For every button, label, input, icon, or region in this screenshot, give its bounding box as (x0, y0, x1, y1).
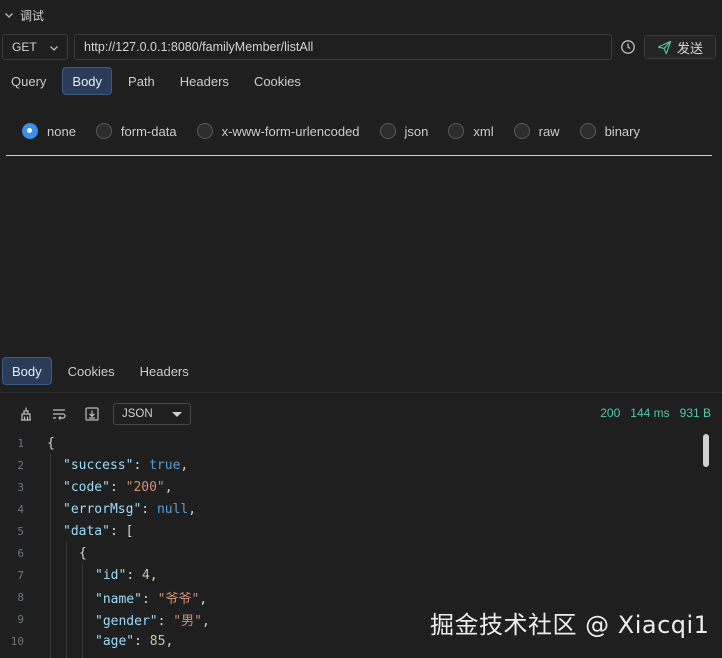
code-text: "age": 85, (95, 633, 174, 649)
download-icon[interactable] (84, 406, 100, 422)
tab-label: Body (72, 73, 103, 89)
clear-icon[interactable] (18, 406, 34, 422)
code-text: "id": 4, (95, 567, 158, 583)
section-title: 调试 (20, 8, 45, 23)
response-format-select[interactable]: JSON (113, 403, 191, 425)
code-text: "errorMsg": null, (63, 501, 197, 517)
response-stats: 200 144 ms 931 B (600, 406, 711, 420)
wrap-icon[interactable] (51, 406, 67, 422)
code-text: "code": "200", (63, 479, 173, 495)
tab-label: Cookies (253, 73, 301, 89)
url-input[interactable]: http://127.0.0.1:8080/familyMember/listA… (74, 34, 612, 60)
code-text: { (47, 435, 55, 451)
response-time: 144 ms (630, 406, 670, 420)
chevron-down-icon (5, 13, 13, 18)
send-label: 发送 (676, 40, 703, 56)
line-number: 3 (17, 480, 24, 494)
tab-response-headers[interactable]: Headers (131, 357, 198, 385)
radio-xml[interactable]: xml (448, 123, 494, 139)
code-line: 3 "code": "200", (0, 476, 700, 498)
chevron-down-icon (50, 46, 58, 51)
code-text: "success": true, (63, 457, 189, 473)
response-tabs: Body Cookies Headers (0, 357, 205, 385)
code-line: 7 "id": 4, (0, 564, 700, 586)
code-text: "data": [ (63, 523, 134, 539)
tab-label: Path (128, 73, 155, 89)
tab-cookies[interactable]: Cookies (245, 67, 310, 95)
radio-label: json (404, 123, 429, 139)
tab-label: Headers (139, 363, 189, 379)
tab-label: Cookies (67, 363, 115, 379)
watermark: 掘金技术社区 @ Xiacqi1 (430, 611, 710, 639)
code-line: 5 "data": [ (0, 520, 700, 542)
radio-label: xml (473, 123, 494, 139)
send-button[interactable]: 发送 (644, 35, 716, 59)
code-line: 2 "success": true, (0, 454, 700, 476)
line-number: 9 (17, 612, 24, 626)
radio-button[interactable] (513, 123, 530, 139)
line-number: 7 (17, 568, 24, 582)
response-divider (0, 392, 722, 393)
editor-scrollbar[interactable] (703, 434, 709, 467)
code-text: { (79, 545, 87, 561)
radio-raw[interactable]: raw (513, 123, 560, 139)
url-text: http://127.0.0.1:8080/familyMember/listA… (84, 40, 314, 54)
line-number: 6 (17, 546, 24, 560)
code-line: 4 "errorMsg": null, (0, 498, 700, 520)
method-select[interactable]: GET (2, 34, 68, 60)
line-number: 10 (10, 634, 24, 648)
status-code: 200 (600, 406, 621, 420)
request-bar: GET http://127.0.0.1:8080/familyMember/l… (0, 34, 722, 61)
code-text: "gender": "男", (95, 613, 210, 629)
tab-response-body[interactable]: Body (2, 357, 52, 385)
radio-label: none (47, 123, 76, 139)
radio-label: binary (604, 123, 640, 139)
tab-label: Body (12, 363, 42, 379)
radio-form-data[interactable]: form-data (95, 123, 177, 139)
code-line: 6{ (0, 542, 700, 564)
radio-label: form-data (120, 123, 177, 139)
tab-query[interactable]: Query (2, 67, 55, 95)
radio-binary[interactable]: binary (579, 123, 640, 139)
tab-body[interactable]: Body (62, 67, 113, 95)
radio-label: raw (538, 123, 560, 139)
radio-button[interactable] (579, 123, 596, 139)
response-size: 931 B (679, 406, 711, 420)
tab-headers[interactable]: Headers (171, 67, 238, 95)
code-line: 1{ (0, 432, 700, 454)
format-label: JSON (122, 408, 153, 420)
line-number: 5 (17, 524, 24, 538)
tab-label: Headers (179, 73, 229, 89)
history-icon[interactable] (620, 39, 636, 55)
method-label: GET (12, 40, 37, 54)
body-divider (6, 155, 712, 156)
caret-down-icon (172, 412, 182, 417)
response-toolbar: JSON 200 144 ms 931 B (0, 403, 722, 425)
line-number: 1 (17, 436, 24, 450)
section-header[interactable]: 调试 (0, 0, 722, 30)
tab-label: Query (11, 73, 47, 89)
radio-json[interactable]: json (379, 123, 429, 139)
tab-path[interactable]: Path (119, 67, 164, 95)
code-text: "name": "爷爷", (95, 591, 208, 607)
line-number: 2 (17, 458, 24, 472)
radio-x-www-form-urlencoded[interactable]: x-www-form-urlencoded (196, 123, 360, 139)
radio-button[interactable] (379, 123, 396, 139)
radio-button[interactable] (22, 123, 38, 139)
request-tabs: Query Body Path Headers Cookies (0, 67, 317, 95)
radio-button[interactable] (448, 123, 465, 139)
line-number: 8 (17, 590, 24, 604)
line-number: 4 (17, 502, 24, 516)
body-type-group: none form-data x-www-form-urlencoded jso… (22, 122, 660, 140)
radio-none[interactable]: none (22, 123, 76, 139)
radio-button[interactable] (95, 123, 112, 139)
send-icon (657, 40, 672, 54)
radio-label: x-www-form-urlencoded (221, 123, 360, 139)
radio-button[interactable] (196, 123, 213, 139)
tab-response-cookies[interactable]: Cookies (59, 357, 124, 385)
